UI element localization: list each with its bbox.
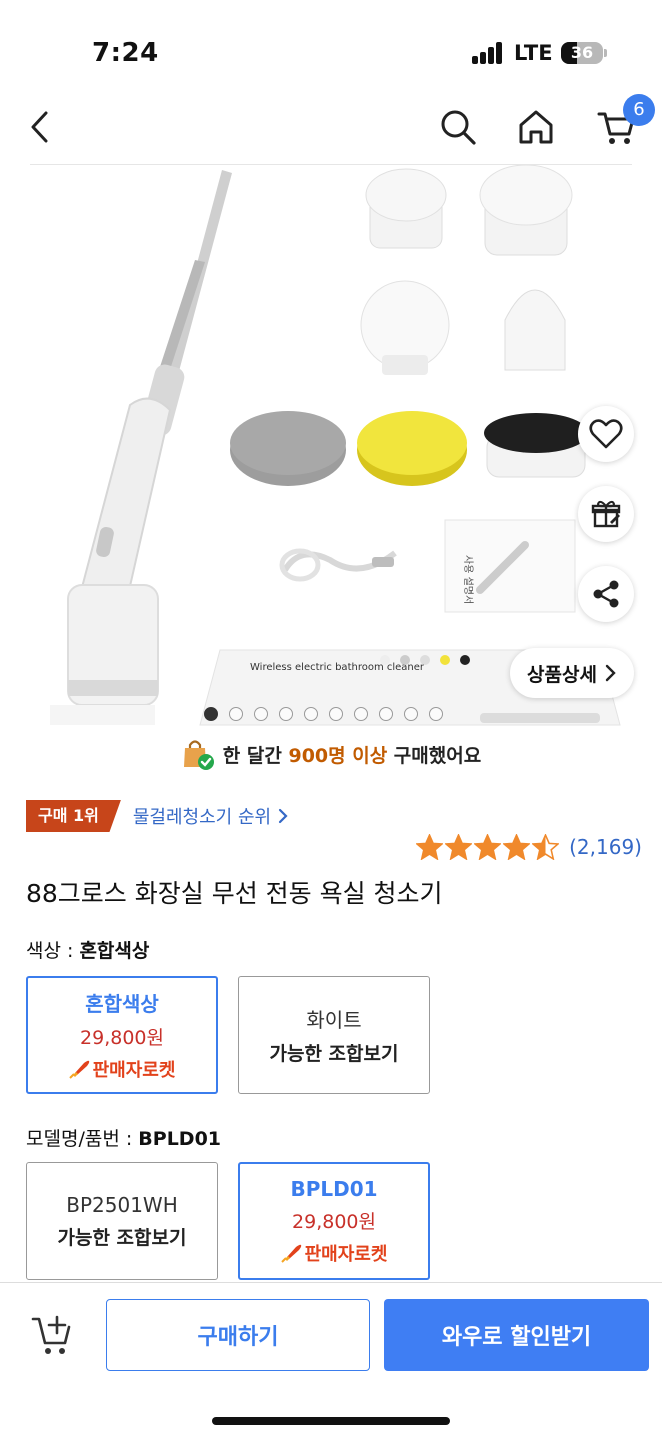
option-name: BP2501WH <box>66 1192 178 1217</box>
star-icon <box>474 834 502 860</box>
option-name: 혼합색상 <box>85 992 159 1016</box>
rating[interactable]: (2,169) <box>416 832 642 862</box>
option-combo-note: 가능한 조합보기 <box>57 1226 187 1249</box>
product-image-gallery[interactable]: 사용 설명서 Wireless electric bathroom cleane… <box>0 165 662 730</box>
gallery-dot[interactable] <box>329 707 343 721</box>
product-detail-label: 상품상세 <box>527 663 597 686</box>
rank-badge: 구매 1위 <box>26 800 121 832</box>
gallery-dot[interactable] <box>279 707 293 721</box>
gallery-pagination[interactable] <box>204 707 443 721</box>
status-bar: 7:24 LTE 36 <box>0 0 662 100</box>
star-icon <box>445 834 473 860</box>
model-option-label-text: 모델명/품번 : <box>26 1128 139 1150</box>
option-name: 화이트 <box>306 1008 362 1032</box>
model-option-selected: BPLD01 <box>138 1128 222 1150</box>
star-icon <box>503 834 531 860</box>
gallery-dot[interactable] <box>304 707 318 721</box>
battery-level: 36 <box>570 43 594 62</box>
signal-icon <box>472 42 504 64</box>
review-count[interactable]: (2,169) <box>569 835 642 859</box>
color-option-label: 색상 : 혼합색상 <box>26 936 149 963</box>
model-option-bpld01[interactable]: BPLD01 29,800원 판매자로켓 <box>238 1162 430 1280</box>
model-option-label: 모델명/품번 : BPLD01 <box>26 1124 221 1151</box>
package-text: Wireless electric bathroom cleaner <box>250 662 425 673</box>
network-label: LTE <box>514 41 553 65</box>
battery-icon: 36 <box>561 42 603 64</box>
gallery-dot[interactable] <box>379 707 393 721</box>
category-rank-link[interactable]: 물걸레청소기 순위 <box>133 803 289 829</box>
option-price: 29,800원 <box>80 1027 164 1049</box>
seller-rocket-badge: 판매자로켓 <box>68 1056 176 1082</box>
manual-text: 사용 설명서 <box>462 555 474 604</box>
share-icon <box>593 580 619 608</box>
add-to-cart-icon <box>31 1315 71 1354</box>
home-indicator <box>212 1417 450 1425</box>
chevron-right-icon <box>278 808 288 824</box>
model-option-bp2501wh[interactable]: BP2501WH 가능한 조합보기 <box>26 1162 218 1280</box>
color-option-label-text: 색상 : <box>26 940 80 962</box>
share-button[interactable] <box>578 566 634 622</box>
cart-count-badge: 6 <box>623 94 655 126</box>
option-price: 29,800원 <box>292 1210 376 1233</box>
bottom-action-bar: 구매하기 와우로 할인받기 <box>0 1282 662 1440</box>
add-to-cart-button[interactable] <box>30 1313 76 1359</box>
back-icon[interactable] <box>16 103 64 151</box>
chevron-right-icon <box>605 664 616 682</box>
star-icon <box>532 834 560 860</box>
seller-rocket-badge: 판매자로켓 <box>280 1240 388 1266</box>
gift-icon <box>591 500 621 528</box>
gift-button[interactable] <box>578 486 634 542</box>
heart-icon <box>589 419 623 449</box>
wow-discount-button[interactable]: 와우로 할인받기 <box>384 1299 649 1371</box>
gallery-dot[interactable] <box>254 707 268 721</box>
option-name: BPLD01 <box>290 1176 378 1201</box>
product-title: 88그로스 화장실 무선 전동 욕실 청소기 <box>26 879 443 908</box>
rocket-icon <box>280 1244 301 1263</box>
product-detail-button[interactable]: 상품상세 <box>510 648 634 698</box>
seller-rocket-label: 판매자로켓 <box>92 1060 176 1081</box>
purchase-note-suffix: 구매했어요 <box>387 744 482 767</box>
gallery-dot[interactable] <box>229 707 243 721</box>
rank-row: 구매 1위 물걸레청소기 순위 <box>26 800 289 832</box>
status-time: 7:24 <box>92 38 159 68</box>
search-icon[interactable] <box>434 103 482 151</box>
category-rank-label: 물걸레청소기 순위 <box>132 807 272 828</box>
top-navigation <box>0 95 662 165</box>
gallery-dot[interactable] <box>429 707 443 721</box>
star-icon <box>416 834 444 860</box>
product-image: 사용 설명서 Wireless electric bathroom cleane… <box>50 165 621 726</box>
home-icon[interactable] <box>512 103 560 151</box>
color-option-selected: 혼합색상 <box>79 940 150 962</box>
wishlist-heart-button[interactable] <box>578 406 634 462</box>
color-option-white[interactable]: 화이트 가능한 조합보기 <box>238 976 430 1094</box>
purchase-note-highlight: 900명 이상 <box>288 744 388 767</box>
rating-stars <box>416 834 560 860</box>
color-option-mixed[interactable]: 혼합색상 29,800원 판매자로켓 <box>26 976 218 1094</box>
gallery-dot[interactable] <box>404 707 418 721</box>
gallery-dot[interactable] <box>354 707 368 721</box>
purchase-count-note: 한 달간 900명 이상 구매했어요 <box>0 734 662 774</box>
rocket-icon <box>68 1060 89 1079</box>
option-combo-note: 가능한 조합보기 <box>269 1043 399 1065</box>
purchase-note-prefix: 한 달간 <box>222 744 289 767</box>
buy-now-button[interactable]: 구매하기 <box>106 1299 370 1371</box>
shopping-bag-check-icon <box>183 740 214 770</box>
seller-rocket-label: 판매자로켓 <box>304 1243 388 1265</box>
gallery-dot[interactable] <box>204 707 218 721</box>
